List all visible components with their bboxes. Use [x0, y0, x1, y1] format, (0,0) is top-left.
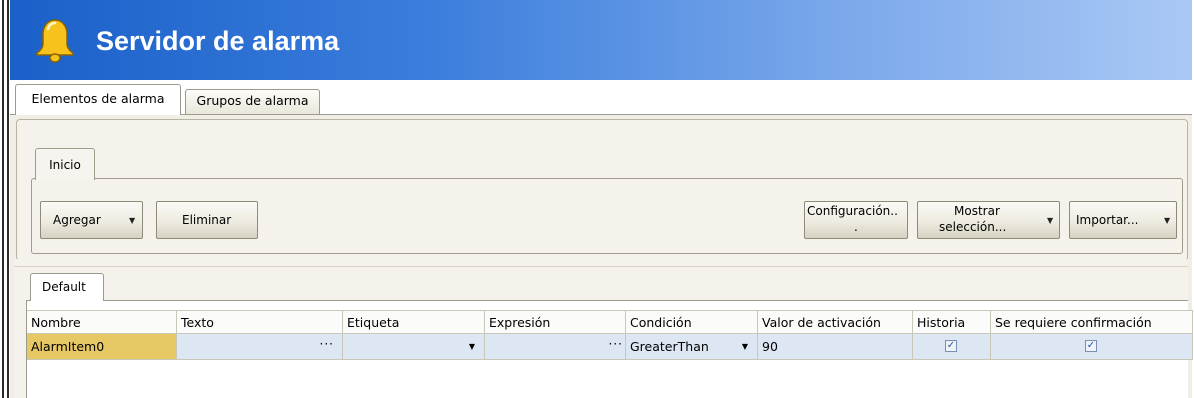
column-header-expresion[interactable]: Expresión — [485, 310, 626, 334]
cell-texto[interactable]: ··· — [177, 334, 343, 360]
main-tab-strip: Elementos de alarma Grupos de alarma — [10, 80, 1192, 115]
cell-valor-activacion[interactable]: 90 — [758, 334, 913, 360]
column-header-valor-activacion[interactable]: Valor de activación — [758, 310, 913, 334]
ellipsis-button-icon[interactable]: ··· — [320, 337, 334, 351]
configuracion-button[interactable]: Configuración.. . — [804, 201, 908, 239]
mostrar-label-line2: selección... — [939, 220, 1007, 234]
dropdown-arrow-icon: ▼ — [1164, 216, 1171, 225]
ribbon-tab-inicio[interactable]: Inicio — [35, 148, 95, 180]
agregar-label: Agregar — [53, 213, 101, 227]
header-banner: Servidor de alarma — [10, 0, 1192, 80]
configuracion-label-line2: . — [854, 220, 858, 234]
cell-expresion[interactable]: ··· — [485, 334, 626, 360]
mostrar-seleccion-button[interactable]: Mostrar selección... ▼ — [917, 201, 1060, 239]
tab-grupos-de-alarma[interactable]: Grupos de alarma — [185, 89, 320, 114]
importar-label: Importar... — [1076, 213, 1139, 227]
cell-historia[interactable]: ✓ — [913, 334, 991, 360]
ribbon-body: Agregar ▼ Eliminar Configuración.. . Mos… — [31, 178, 1183, 254]
importar-button[interactable]: Importar... ▼ — [1069, 201, 1177, 239]
window-left-edge — [0, 0, 9, 398]
dropdown-arrow-icon: ▼ — [129, 216, 136, 225]
alarm-server-window: Servidor de alarma Elementos de alarma G… — [10, 0, 1193, 398]
column-header-confirmacion[interactable]: Se requiere confirmación — [991, 310, 1193, 334]
confirmacion-checkbox[interactable]: ✓ — [1085, 340, 1097, 352]
grid-section: Default Nombre Texto Etiqueta Expresión … — [14, 259, 1193, 398]
eliminar-button[interactable]: Eliminar — [156, 201, 258, 239]
column-header-etiqueta[interactable]: Etiqueta — [343, 310, 485, 334]
cell-condicion-value: GreaterThan — [630, 339, 709, 354]
table-row[interactable]: AlarmItem0 ··· ▼ ··· GreaterThan ▼ 90 ✓ … — [27, 334, 1193, 360]
dropdown-arrow-icon: ▼ — [1047, 216, 1054, 225]
column-header-texto[interactable]: Texto — [177, 310, 343, 334]
configuracion-label-line1: Configuración.. — [807, 204, 898, 218]
cell-condicion[interactable]: GreaterThan ▼ — [626, 334, 758, 360]
ribbon-panel: Inicio Agregar ▼ Eliminar Configuración.… — [16, 119, 1188, 261]
historia-checkbox[interactable]: ✓ — [945, 340, 957, 352]
mostrar-label-line1: Mostrar — [954, 204, 1000, 218]
cell-confirmacion[interactable]: ✓ — [991, 334, 1193, 360]
cell-etiqueta[interactable]: ▼ — [343, 334, 485, 360]
grid-header-row: Nombre Texto Etiqueta Expresión Condició… — [27, 310, 1193, 334]
tab-elementos-de-alarma[interactable]: Elementos de alarma — [15, 84, 181, 115]
eliminar-label: Eliminar — [182, 213, 232, 227]
agregar-button[interactable]: Agregar ▼ — [40, 201, 143, 239]
alarm-items-grid: Nombre Texto Etiqueta Expresión Condició… — [26, 300, 1193, 398]
column-header-nombre[interactable]: Nombre — [27, 310, 177, 334]
cell-valor-value: 90 — [762, 339, 778, 354]
column-header-condicion[interactable]: Condición — [626, 310, 758, 334]
bell-icon — [36, 19, 74, 63]
cell-nombre-value: AlarmItem0 — [31, 339, 105, 354]
page-title: Servidor de alarma — [96, 26, 340, 56]
dropdown-arrow-icon[interactable]: ▼ — [469, 342, 475, 351]
tab-default[interactable]: Default — [30, 273, 104, 301]
column-header-historia[interactable]: Historia — [913, 310, 991, 334]
cell-nombre[interactable]: AlarmItem0 — [27, 334, 177, 360]
dropdown-arrow-icon[interactable]: ▼ — [742, 342, 748, 351]
ellipsis-button-icon[interactable]: ··· — [609, 337, 623, 351]
